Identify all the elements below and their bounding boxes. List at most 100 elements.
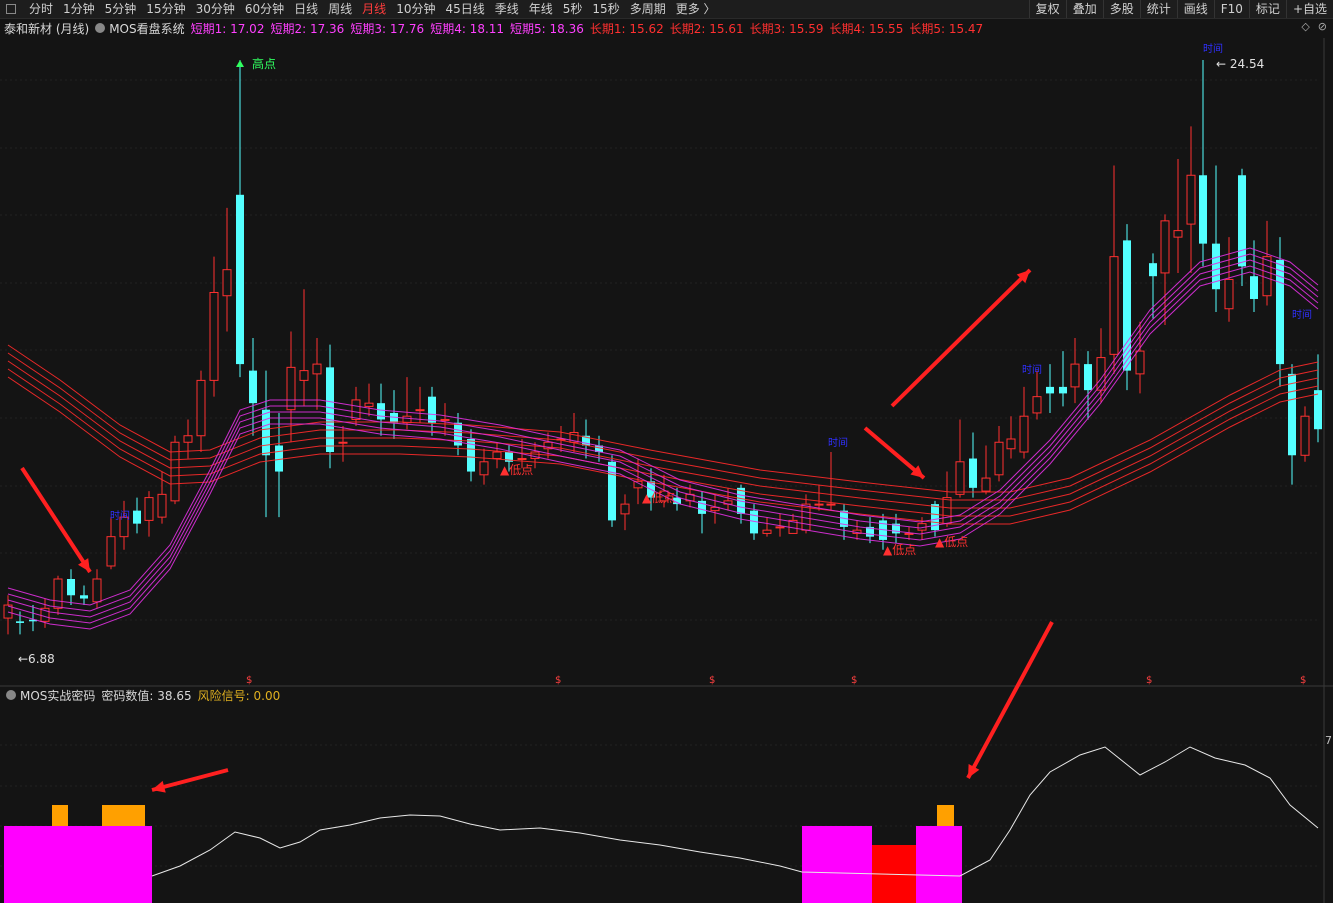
candle-body	[92, 578, 102, 603]
candle-body	[157, 493, 167, 518]
sub-bar	[802, 826, 872, 903]
candle-body	[1084, 364, 1092, 391]
candle-body	[1300, 415, 1310, 456]
candle-body	[1250, 276, 1258, 299]
sub-bar	[916, 826, 962, 903]
candle-body	[904, 532, 914, 535]
risk-signal: 风险信号: 0.00	[197, 688, 281, 703]
time-signal: 时间	[1292, 308, 1312, 321]
sub-indicator-settings-icon[interactable]	[6, 690, 16, 700]
candle-body	[981, 477, 991, 492]
low-value: ←6.88	[18, 652, 55, 666]
candle-body	[415, 409, 425, 412]
candle-body	[1006, 438, 1016, 450]
candle-body	[209, 291, 219, 381]
kline-chart[interactable]: 高点 ← 24.54←6.88▲低点▲低点▲低点▲低点时间时间时间时间时间$ $ $ $…	[0, 0, 1333, 903]
annotation-arrow	[20, 466, 92, 574]
short-ma-line	[7, 259, 1319, 618]
time-signal: 时间	[1022, 363, 1042, 376]
candle-body	[1109, 256, 1119, 355]
candle-body	[377, 403, 385, 420]
sub-axis-label: 7	[1325, 734, 1332, 747]
candle-body	[1288, 373, 1296, 456]
time-signal: 时间	[1203, 42, 1223, 55]
candle-body	[814, 503, 824, 506]
candle-body	[1059, 386, 1067, 394]
candle-body	[517, 458, 527, 461]
sub-bar	[102, 805, 145, 826]
candle-body	[1135, 350, 1145, 375]
code-value: 密码数值: 38.65	[101, 688, 192, 703]
candle-body	[183, 435, 193, 443]
candle-body	[1160, 220, 1170, 274]
sub-bar	[937, 805, 954, 826]
candle-body	[262, 409, 270, 456]
dollar-mark: $	[851, 675, 857, 686]
code-value-line	[151, 746, 1319, 877]
candle-body	[249, 370, 257, 404]
candle-body	[762, 529, 772, 534]
candle-body	[969, 458, 977, 488]
candle-body	[170, 441, 180, 502]
candle-body	[1224, 278, 1234, 310]
candle-body	[1314, 390, 1322, 430]
sub-bar	[52, 805, 68, 826]
candle-body	[620, 503, 630, 515]
dollar-mark: $	[1300, 675, 1306, 686]
candle-body	[775, 526, 785, 529]
candle-body	[994, 441, 1004, 476]
candle-body	[338, 441, 348, 444]
dollar-mark: $	[246, 675, 252, 686]
sub-indicator-name[interactable]: MOS实战密码	[20, 687, 95, 704]
sub-bar	[4, 826, 152, 903]
annotation-arrow	[890, 268, 1032, 408]
candle-body	[80, 595, 88, 599]
annotation-arrow	[966, 621, 1054, 779]
candle-body	[351, 399, 361, 420]
candle-body	[1046, 386, 1054, 394]
low-point-label: ▲低点	[883, 543, 916, 557]
candle-body	[67, 578, 75, 596]
candle-body	[299, 370, 309, 381]
candle-body	[286, 366, 296, 411]
short-ma-line	[7, 265, 1319, 624]
candle-body	[1070, 363, 1080, 388]
dollar-mark: $	[1146, 675, 1152, 686]
dollar-mark: $	[709, 675, 715, 686]
candle-body	[826, 503, 836, 506]
candle-body	[236, 194, 244, 365]
candle-body	[196, 379, 206, 437]
candle-body	[428, 396, 436, 423]
candle-body	[1173, 230, 1183, 238]
candle-body	[492, 451, 502, 460]
high-value: ← 24.54	[1216, 57, 1264, 71]
candle-body	[608, 461, 616, 521]
low-point-label: ▲低点	[642, 491, 675, 505]
high-marker-icon	[236, 60, 244, 67]
candle-body	[275, 445, 283, 472]
sub-indicator-header: MOS实战密码 密码数值: 38.65 风险信号: 0.00	[0, 686, 280, 704]
time-signal: 时间	[110, 509, 130, 522]
candle-body	[16, 621, 24, 623]
candle-body	[1186, 174, 1196, 225]
candle-body	[955, 461, 965, 495]
candle-body	[479, 461, 489, 476]
candle-body	[1149, 263, 1157, 277]
dollar-mark: $	[555, 675, 561, 686]
candle-body	[326, 367, 334, 453]
candle-body	[1238, 175, 1246, 267]
low-point-label: ▲低点	[935, 535, 968, 549]
candle-body	[1019, 415, 1029, 453]
candle-body	[312, 363, 322, 375]
candle-body	[53, 578, 63, 609]
candle-body	[440, 418, 450, 421]
candle-body	[133, 510, 141, 524]
high-label: 高点	[252, 56, 276, 71]
candle-body	[1262, 256, 1272, 297]
candle-body	[222, 269, 232, 297]
candle-body	[144, 497, 154, 521]
low-point-label: ▲低点	[500, 463, 533, 477]
candle-body	[364, 402, 374, 407]
candle-body	[106, 536, 116, 567]
candle-body	[942, 497, 952, 525]
